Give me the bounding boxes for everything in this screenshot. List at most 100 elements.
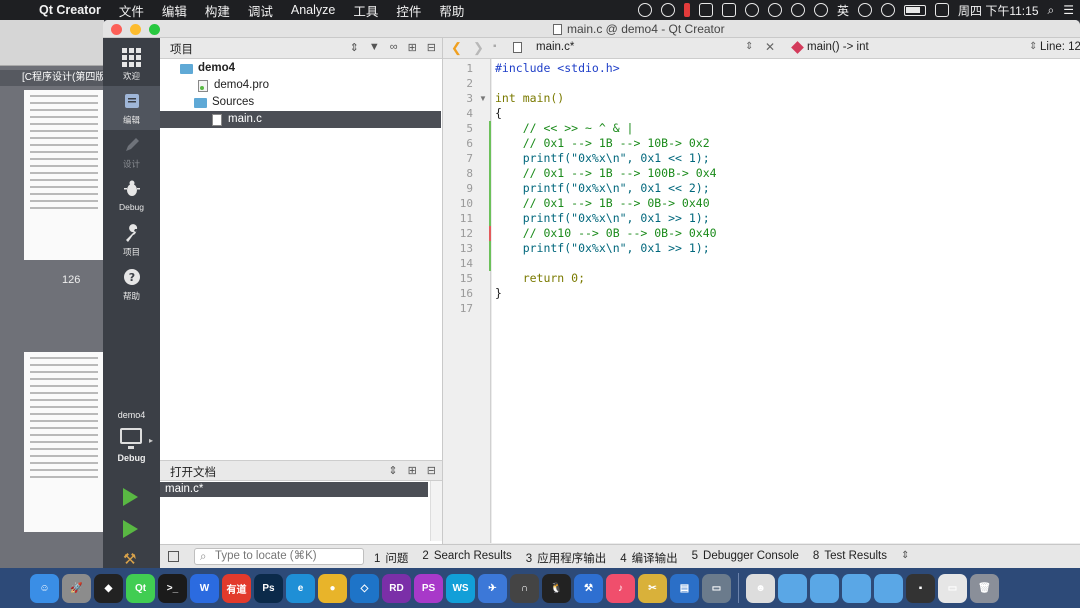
code-line[interactable]: int main() [495,91,564,106]
pdf-doc-title[interactable]: [C程序设计(第四版 [0,70,104,86]
pause-icon[interactable] [684,3,690,17]
dock-photo-icon[interactable]: ☻ [746,573,775,603]
navigate-back-button[interactable]: ❮ [451,40,462,56]
pdf-page-thumbnail[interactable] [24,90,104,260]
debug-run-button[interactable] [123,520,138,538]
search-tray-icon[interactable] [661,3,675,17]
dock-qt-creator-icon[interactable]: Qt [126,573,155,603]
mode-help[interactable]: ? 帮助 [103,262,160,306]
kit-selector-arrow-icon[interactable]: ▸ [149,436,153,445]
pane-search-results[interactable]: 2 Search Results [422,550,511,566]
toggle-sidebar-button[interactable] [168,551,179,562]
split-icon[interactable]: ⊞ [408,41,417,54]
kit-project-name[interactable]: demo4 [103,410,160,420]
dock-edge-icon[interactable]: e [286,573,315,603]
line-number-gutter[interactable]: 1 2 3 ▼ 4 5 6 7 8 9 10 11 12 13 14 15 16… [443,59,491,543]
menu-debug[interactable]: 调试 [239,1,282,20]
line-column-indicator[interactable]: Line: 12 [1040,41,1080,53]
pane-test-results[interactable]: 8 Test Results [813,550,887,566]
code-line[interactable]: { [495,106,502,121]
menu-file[interactable]: 文件 [110,1,153,20]
mode-edit[interactable]: 编辑 [103,86,160,130]
dock-qq-icon[interactable]: 🐧 [542,573,571,603]
menu-tools[interactable]: 工具 [344,1,387,20]
link-icon[interactable]: ∞ [390,41,398,54]
pane-compile-output[interactable]: 4 编译输出 [620,550,677,566]
code-line[interactable]: // 0x10 --> 0B --> 0B-> 0x40 [495,226,717,241]
spotlight-icon[interactable]: ⌕ [1048,3,1055,18]
send-icon[interactable] [745,3,759,17]
record-icon[interactable] [638,3,652,17]
tree-item-sources[interactable]: Sources [160,94,441,111]
cloud-icon[interactable] [814,3,828,17]
dock-wps-icon[interactable]: W [190,573,219,603]
dock-display-icon[interactable]: ▭ [702,573,731,603]
pane-application-output[interactable]: 3 应用程序输出 [526,550,606,566]
filter-icon[interactable]: ▼ [369,41,380,54]
app-menu[interactable]: Qt Creator [30,3,110,17]
dock-vscode-icon[interactable]: ◇ [350,573,379,603]
minimize-window-button[interactable] [130,24,141,35]
more-panes-arrows-icon[interactable]: ⇕ [901,550,909,566]
kit-build-config[interactable]: Debug [103,453,160,463]
battery-icon[interactable] [904,4,927,16]
dock-folder-2-icon[interactable] [810,573,839,603]
code-line[interactable]: #include <stdio.h> [495,61,620,76]
menu-analyze[interactable]: Analyze [282,3,344,17]
fold-marker-icon[interactable]: ▼ [479,94,487,103]
code-line[interactable]: return 0; [495,271,585,286]
dock-phpstorm-icon[interactable]: PS [414,573,443,603]
gear-icon[interactable] [768,3,782,17]
code-line[interactable]: } [495,286,502,301]
dock-youdao-icon[interactable]: 有道 [222,573,251,603]
dock-music-icon[interactable]: ♪ [606,573,635,603]
code-editor[interactable]: #include <stdio.h> int main() { // << >>… [492,59,1080,543]
wifi-icon[interactable] [858,3,873,17]
zoom-window-button[interactable] [149,24,160,35]
document-dropdown-icon[interactable]: ⇕ [745,41,753,52]
mode-welcome[interactable]: 欢迎 [103,42,160,86]
code-line[interactable]: // 0x1 --> 1B --> 10B-> 0x2 [495,136,710,151]
tree-item-project[interactable]: demo4 [160,60,441,77]
locator-input[interactable]: ⌕ Type to locate (⌘K) [194,548,364,565]
code-line[interactable]: // 0x1 --> 1B --> 0B-> 0x40 [495,196,710,211]
run-button[interactable] [123,488,138,506]
dock-rider-icon[interactable]: RD [382,573,411,603]
volume-icon[interactable] [881,3,896,17]
dock-unity-icon[interactable]: ◆ [94,573,123,603]
notification-icon[interactable] [699,3,713,17]
app-tray-icon[interactable] [935,3,950,17]
dock-folder-3-icon[interactable] [842,573,871,603]
build-hammer-icon[interactable]: ⚒ [123,550,141,568]
lock-icon[interactable]: ▪ [493,41,497,52]
open-documents-scrollbar[interactable] [430,481,442,541]
dock-xcode-tools-icon[interactable]: ⚒ [574,573,603,603]
mode-projects[interactable]: 项目 [103,218,160,262]
menu-edit[interactable]: 编辑 [153,1,196,20]
dock-chrome-icon[interactable]: ● [318,573,347,603]
dock-trash-icon[interactable]: 🗑 [970,573,999,603]
document-selector[interactable]: main.c* [513,41,574,53]
dock-terminal-icon[interactable]: >_ [158,573,187,603]
mode-design[interactable]: 设计 [103,130,160,174]
dock-tunnel-icon[interactable]: ∩ [510,573,539,603]
dock-folder-4-icon[interactable] [874,573,903,603]
pane-issues[interactable]: 1 问题 [374,550,408,566]
menu-help[interactable]: 帮助 [430,1,473,20]
dock-scissors-icon[interactable]: ✂ [638,573,667,603]
open-documents-title[interactable]: 打开文档 [170,464,216,480]
view-selector-arrows-icon[interactable]: ⇕ [388,464,397,477]
menu-widgets[interactable]: 控件 [387,1,430,20]
dock-preview-icon[interactable]: ▭ [938,573,967,603]
code-line[interactable]: printf("0x%x\n", 0x1 << 2); [495,181,710,196]
symbol-dropdown-icon[interactable]: ⇕ [1029,41,1037,52]
clock[interactable]: 周四 下午11:15 [958,2,1038,19]
dock-finder-icon[interactable]: ☺ [30,573,59,603]
split-icon[interactable]: ⊞ [408,464,417,477]
close-window-button[interactable] [111,24,122,35]
chat-icon[interactable] [722,3,736,17]
control-center-icon[interactable]: ☰ [1063,3,1074,17]
code-line[interactable]: // << >> ~ ^ & | [495,121,634,136]
tree-item-pro-file[interactable]: demo4.pro [160,77,441,94]
mode-debug[interactable]: Debug [103,174,160,218]
